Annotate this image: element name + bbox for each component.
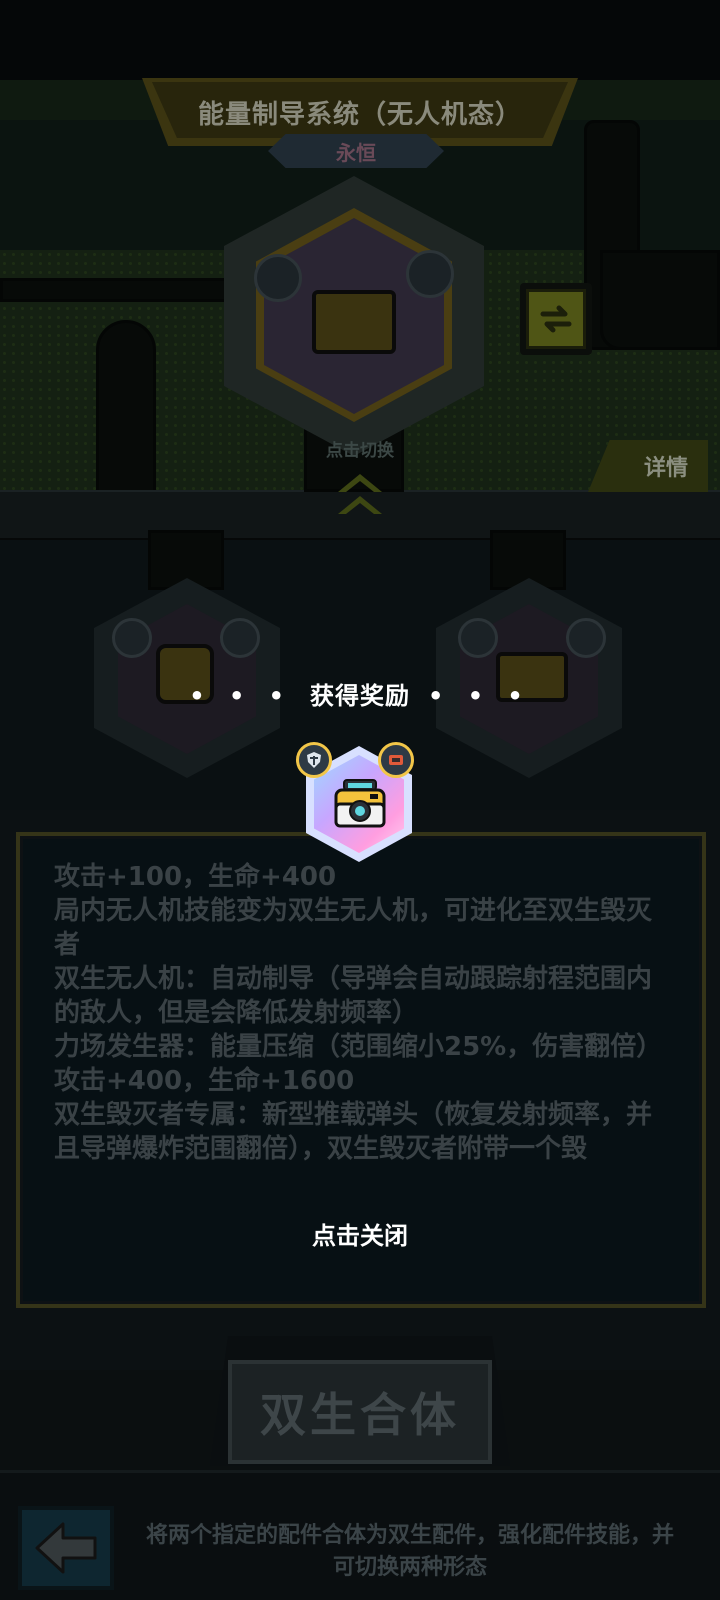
merge-button[interactable]: 双生合体 <box>228 1360 492 1464</box>
merge-button-label: 双生合体 <box>260 1388 460 1442</box>
arrow-left-icon <box>35 1522 97 1574</box>
badge-icon <box>566 618 606 658</box>
shield-badge-icon <box>254 254 302 302</box>
description-line: 双生无人机：自动制导（导弹会自动跟踪射程范围内的敌人，但是会降低发射频率） <box>54 964 653 1028</box>
badge-icon <box>220 618 260 658</box>
reward-item[interactable] <box>296 740 420 862</box>
description-line: 攻击+400，生命+1600 <box>54 1066 355 1096</box>
back-button[interactable] <box>18 1506 114 1590</box>
item-title: 能量制导系统（无人机态） <box>197 99 522 130</box>
reward-header: • • • 获得奖励 • • • <box>0 676 720 711</box>
switch-form-button[interactable] <box>520 283 592 355</box>
rarity-label: 永恒 <box>336 140 376 165</box>
drone-camera-icon <box>312 290 396 354</box>
chevron-up-icon[interactable] <box>330 466 390 522</box>
swap-arrows-icon <box>540 305 572 333</box>
tap-to-close-hint[interactable]: 点击关闭 <box>0 1216 720 1251</box>
drone-camera-icon <box>334 779 386 828</box>
dots-left: • • • <box>189 682 292 710</box>
pipe-decoration <box>600 250 720 350</box>
description-line: 局内无人机技能变为双生无人机，可进化至双生毁灭者 <box>54 896 653 960</box>
pipe-decoration <box>0 278 240 302</box>
pipe-decoration <box>96 320 156 500</box>
description-line: 双生毁灭者专属：新型推载弹头（恢复发射频率，并且导弹爆炸范围翻倍），双生毁灭者附… <box>54 1100 653 1164</box>
footer-description: 将两个指定的配件合体为双生配件，强化配件技能，并可切换两种形态 <box>145 1523 674 1580</box>
badge-icon <box>112 618 152 658</box>
rarity-tag: 永恒 <box>268 134 444 168</box>
description-line: 力场发生器：能量压缩（范围缩小25%，伤害翻倍） <box>54 1032 663 1062</box>
details-label: 详情 <box>643 456 688 481</box>
reward-title: 获得奖励 <box>310 682 410 710</box>
gear-badge-icon <box>406 250 454 298</box>
gear-badge-icon <box>378 742 414 778</box>
tap-switch-hint: 点击切换 <box>326 441 394 461</box>
description-line: 攻击+100，生命+400 <box>54 862 337 892</box>
shield-badge-icon <box>296 742 332 778</box>
dots-right: • • • <box>428 682 531 710</box>
badge-icon <box>458 618 498 658</box>
status-bar-area <box>0 0 720 80</box>
